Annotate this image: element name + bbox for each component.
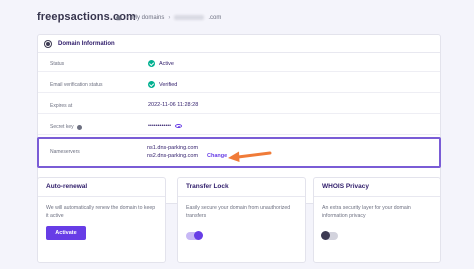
whois-privacy-toggle[interactable] xyxy=(321,231,338,240)
expires-value: 2022-11-06 11:28:28 xyxy=(148,102,199,108)
top-bar: freepsactions.com › My domains › .com xyxy=(0,0,474,34)
domain-information-header: Domain Information xyxy=(38,35,440,53)
info-icon[interactable] xyxy=(76,124,82,130)
status-text: Active xyxy=(159,60,174,67)
breadcrumb-separator: › xyxy=(126,14,128,21)
globe-icon xyxy=(44,39,52,48)
whois-privacy-title: WHOIS Privacy xyxy=(322,183,369,190)
change-nameservers-link[interactable]: Change xyxy=(207,153,227,159)
home-icon[interactable] xyxy=(115,14,122,21)
status-value: Active xyxy=(148,60,174,67)
nameservers-label: Nameservers xyxy=(50,149,80,155)
secret-key-label: Secret key xyxy=(50,124,82,130)
status-label: Status xyxy=(50,61,65,67)
breadcrumb-current-domain: .com xyxy=(208,14,222,21)
secret-key-label-text: Secret key xyxy=(50,124,74,130)
auto-renewal-description: We will automatically renew the domain t… xyxy=(46,205,156,219)
card-divider xyxy=(314,196,440,197)
orange-arrow-annotation xyxy=(228,151,272,162)
breadcrumb-my-domains[interactable]: My domains xyxy=(132,15,164,21)
secret-key-value: •••••••••••• xyxy=(148,123,183,129)
card-divider xyxy=(38,196,165,197)
email-verification-text: Verified xyxy=(159,81,178,88)
secret-key-masked: •••••••••••• xyxy=(148,123,172,129)
domain-information-title: Domain Information xyxy=(58,40,115,47)
whois-privacy-card: WHOIS Privacy An extra security layer fo… xyxy=(313,177,441,263)
auto-renewal-card: Auto-renewal We will automatically renew… xyxy=(37,177,166,263)
auto-renewal-title: Auto-renewal xyxy=(46,183,88,190)
eye-icon[interactable] xyxy=(175,124,183,128)
card-divider xyxy=(178,196,305,197)
check-circle-icon xyxy=(148,60,155,67)
status-row: Status Active xyxy=(38,56,440,72)
email-verification-value: Verified xyxy=(148,81,177,88)
toggle-knob xyxy=(194,231,203,240)
nameserver-2: ns2.dns-parking.com xyxy=(147,153,199,159)
secret-key-row: Secret key •••••••••••• xyxy=(38,119,440,135)
transfer-lock-description: Easily secure your domain from unauthori… xyxy=(186,205,291,219)
activate-button[interactable]: Activate xyxy=(46,226,86,240)
transfer-lock-card: Transfer Lock Easily secure your domain … xyxy=(177,177,306,263)
email-verification-label: Email verification status xyxy=(50,82,103,88)
transfer-lock-title: Transfer Lock xyxy=(186,183,229,190)
breadcrumb: › My domains › .com xyxy=(115,14,221,21)
breadcrumb-redacted-name xyxy=(174,15,205,20)
breadcrumb-separator: › xyxy=(168,14,171,21)
transfer-lock-toggle[interactable] xyxy=(186,231,203,240)
check-circle-icon xyxy=(148,81,155,88)
whois-privacy-description: An extra security layer for your domain … xyxy=(322,205,411,219)
nameserver-1: ns1.dns-parking.com xyxy=(147,145,199,151)
email-verification-row: Email verification status Verified xyxy=(38,77,440,93)
expires-row: Expires at 2022-11-06 11:28:28 xyxy=(38,98,440,114)
toggle-knob xyxy=(321,231,330,240)
expires-label: Expires at xyxy=(50,103,73,109)
